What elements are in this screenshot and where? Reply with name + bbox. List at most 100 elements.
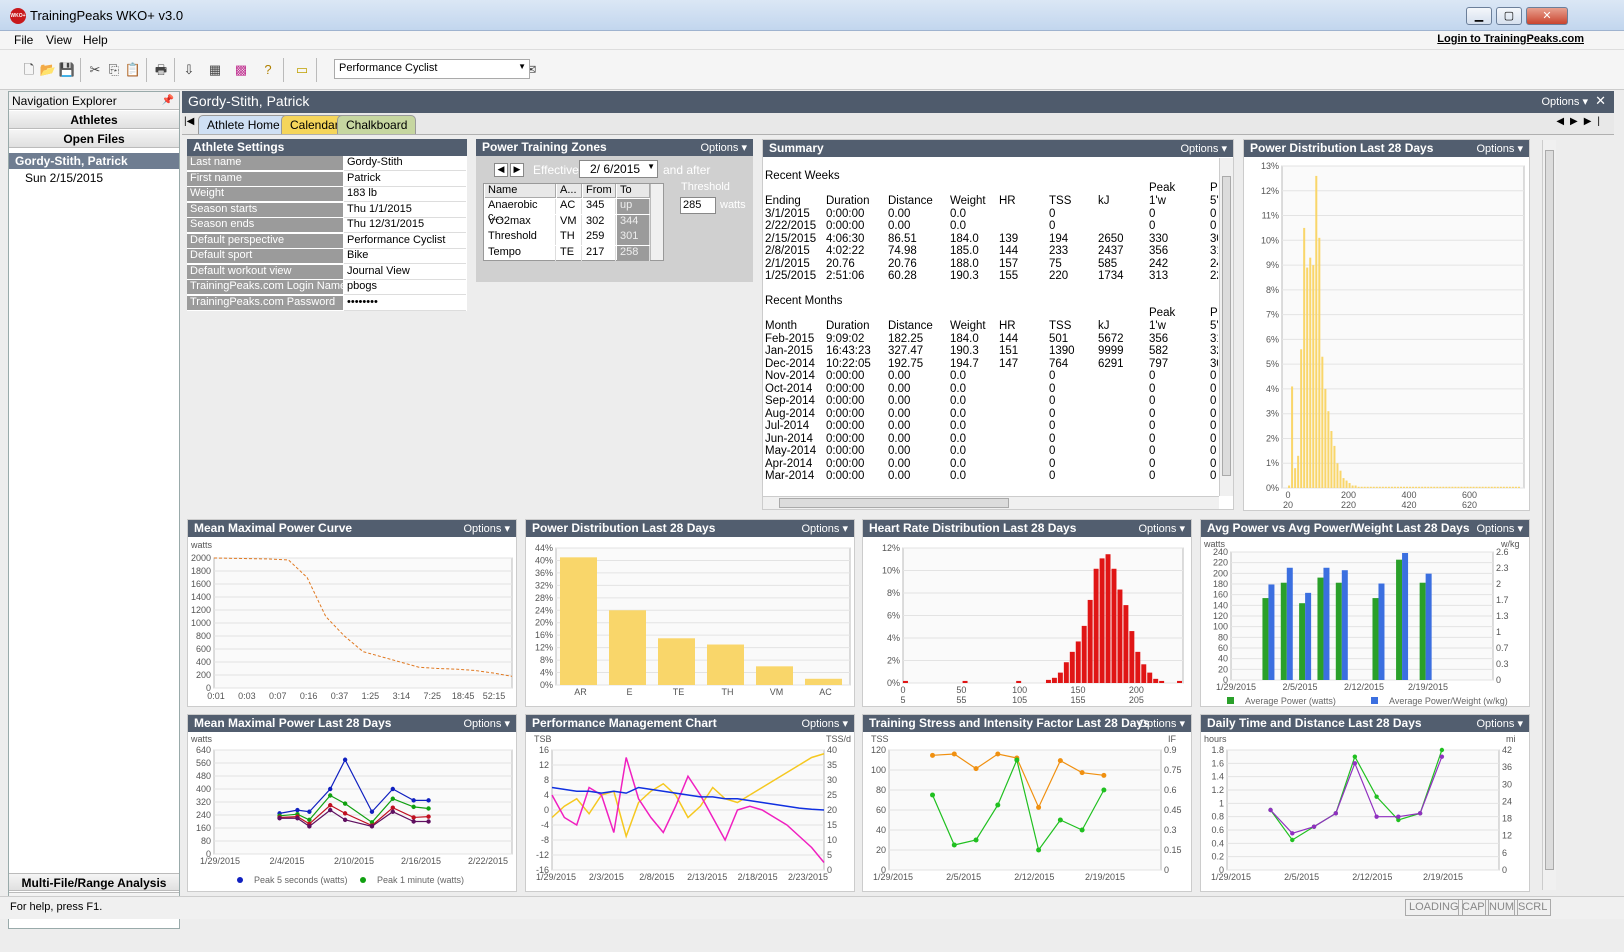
nav-athlete-item[interactable]: Gordy-Stith, Patrick: [9, 153, 179, 169]
zones-cell[interactable]: 345: [583, 199, 616, 214]
summary-column-header: Distance: [888, 195, 933, 207]
print-icon[interactable]: 🖶: [152, 61, 170, 79]
zones-column-header[interactable]: A...: [557, 184, 582, 198]
summary-hscroll-thumb[interactable]: [779, 498, 1009, 508]
power-zones-panel: Power Training Zones Options ▾ ◀ ▶ Effect…: [476, 139, 753, 282]
settings-value[interactable]: Thu 12/31/2015: [344, 218, 466, 233]
zones-cell[interactable]: 259: [583, 230, 616, 245]
series-point: [1268, 807, 1273, 813]
settings-value[interactable]: Performance Cyclist: [344, 234, 466, 249]
settings-value[interactable]: Gordy-Stith: [344, 156, 466, 171]
pin-icon[interactable]: 📌: [162, 92, 174, 110]
maximize-button[interactable]: ▢: [1496, 7, 1522, 25]
threshold-input[interactable]: 285: [680, 197, 716, 214]
tab-athlete-home[interactable]: Athlete Home: [198, 115, 289, 134]
nav-section-open-files[interactable]: Open Files: [9, 130, 179, 148]
options-button[interactable]: Options ▾: [1477, 142, 1524, 155]
zones-column-header[interactable]: Name: [485, 184, 556, 198]
zones-cell[interactable]: Anaerobic c...: [485, 199, 556, 223]
chart-grid-icon[interactable]: ▩: [232, 61, 250, 79]
summary-hscrollbar[interactable]: [763, 496, 1219, 509]
summary-cell: 0: [1049, 220, 1056, 232]
settings-value[interactable]: ••••••••: [344, 296, 466, 311]
help-icon[interactable]: ?: [259, 61, 277, 79]
series-point: [1290, 831, 1295, 836]
zones-cell[interactable]: TE: [557, 245, 582, 261]
prev-arrow-icon[interactable]: ◀: [494, 163, 508, 177]
options-button[interactable]: Options ▾: [1477, 717, 1524, 730]
new-file-icon[interactable]: 🗋: [20, 61, 38, 79]
open-folder-icon[interactable]: 📂: [39, 61, 57, 79]
options-button[interactable]: Options ▾: [1139, 717, 1186, 730]
zones-cell[interactable]: Tempo: [485, 245, 556, 261]
toolbar-divider: [283, 58, 284, 82]
settings-value[interactable]: Thu 1/1/2015: [344, 203, 466, 218]
zones-cell[interactable]: 258: [617, 245, 650, 261]
menu-help[interactable]: Help: [83, 33, 108, 47]
menu-file[interactable]: File: [14, 33, 33, 47]
cut-icon[interactable]: ✂: [86, 61, 104, 79]
calendar-icon[interactable]: ▦: [206, 61, 224, 79]
avg-power-weight-bar: [1286, 567, 1293, 680]
copy-icon[interactable]: ⎘: [105, 61, 123, 79]
settings-value[interactable]: Patrick: [344, 172, 466, 187]
next-arrow-icon[interactable]: ▶: [510, 163, 524, 177]
tab-nav-icons[interactable]: ◀▶▶|: [1556, 116, 1606, 127]
zones-cell[interactable]: 217: [583, 245, 616, 261]
perspective-value: Performance Cyclist: [339, 62, 438, 74]
summary-vscrollbar[interactable]: [1219, 158, 1233, 496]
zones-cell[interactable]: Threshold: [485, 230, 556, 245]
close-icon[interactable]: ✕: [1595, 93, 1606, 109]
zones-column-header[interactable]: From: [583, 184, 616, 198]
settings-value[interactable]: pbogs: [344, 280, 466, 295]
zones-cell[interactable]: 301: [617, 230, 650, 245]
zones-cell[interactable]: AC: [557, 199, 582, 214]
new-note-icon[interactable]: ▭: [293, 61, 311, 79]
x-tick-label: 2/12/2015: [1352, 872, 1392, 882]
perspective-select[interactable]: Performance Cyclist ▼: [334, 59, 530, 79]
zones-cell[interactable]: VO2max: [485, 214, 556, 230]
summary-cell: Sep-2014: [765, 395, 815, 407]
options-button[interactable]: Options ▾: [464, 717, 511, 730]
y-tick-label: 0.4: [1211, 838, 1224, 848]
first-icon[interactable]: |◀: [184, 116, 194, 127]
zones-cell[interactable]: 302: [583, 214, 616, 230]
main-vscroll-thumb[interactable]: [1545, 150, 1554, 870]
settings-value[interactable]: Journal View: [344, 265, 466, 280]
nav-date-item[interactable]: Sun 2/15/2015: [25, 171, 103, 185]
menu-view[interactable]: View: [46, 33, 72, 47]
download-device-icon[interactable]: ⇩: [180, 61, 198, 79]
y2-tick-label: 42: [1502, 745, 1512, 755]
zones-cell[interactable]: TH: [557, 230, 582, 245]
effective-date-picker[interactable]: 2/ 6/2015 ▼: [579, 160, 658, 178]
save-icon[interactable]: 💾: [58, 61, 76, 79]
minimize-button[interactable]: ▁: [1466, 7, 1492, 25]
summary-cell: 9:09:02: [826, 332, 865, 345]
zones-cell[interactable]: VM: [557, 214, 582, 230]
summary-vscroll-thumb[interactable]: [1222, 176, 1231, 476]
tss-if-panel: Training Stress and Intensity Factor Las…: [862, 714, 1192, 892]
nav-section-multi-file[interactable]: Multi-File/Range Analysis: [9, 873, 179, 891]
panel-title: Mean Maximal Power Last 28 Days: [194, 716, 392, 730]
settings-value[interactable]: Bike: [344, 249, 466, 264]
zones-cell[interactable]: 344: [617, 214, 650, 230]
options-button[interactable]: Options ▾: [802, 522, 849, 535]
options-button[interactable]: Options ▾: [1477, 522, 1524, 535]
nav-section-athletes[interactable]: Athletes: [9, 111, 179, 129]
zones-cell[interactable]: up: [617, 199, 650, 214]
power-zones-options-button[interactable]: Options ▾: [701, 141, 748, 154]
options-button[interactable]: Options ▾: [1139, 522, 1186, 535]
login-link[interactable]: Login to TrainingPeaks.com: [1437, 33, 1584, 45]
summary-options-button[interactable]: Options ▾: [1181, 142, 1228, 155]
options-button[interactable]: Options ▾: [464, 522, 511, 535]
summary-cell: 0: [1210, 432, 1217, 445]
paste-icon[interactable]: 📋: [124, 61, 142, 79]
close-button[interactable]: ✕: [1526, 7, 1568, 25]
header-options-button[interactable]: Options ▾: [1542, 95, 1589, 108]
main-vscrollbar[interactable]: [1542, 140, 1556, 890]
options-button[interactable]: Options ▾: [802, 717, 849, 730]
zones-scrollbar[interactable]: [650, 184, 663, 260]
tab-chalkboard[interactable]: Chalkboard: [337, 115, 417, 134]
zones-column-header[interactable]: To: [617, 184, 650, 198]
settings-value[interactable]: 183 lb: [344, 187, 466, 202]
